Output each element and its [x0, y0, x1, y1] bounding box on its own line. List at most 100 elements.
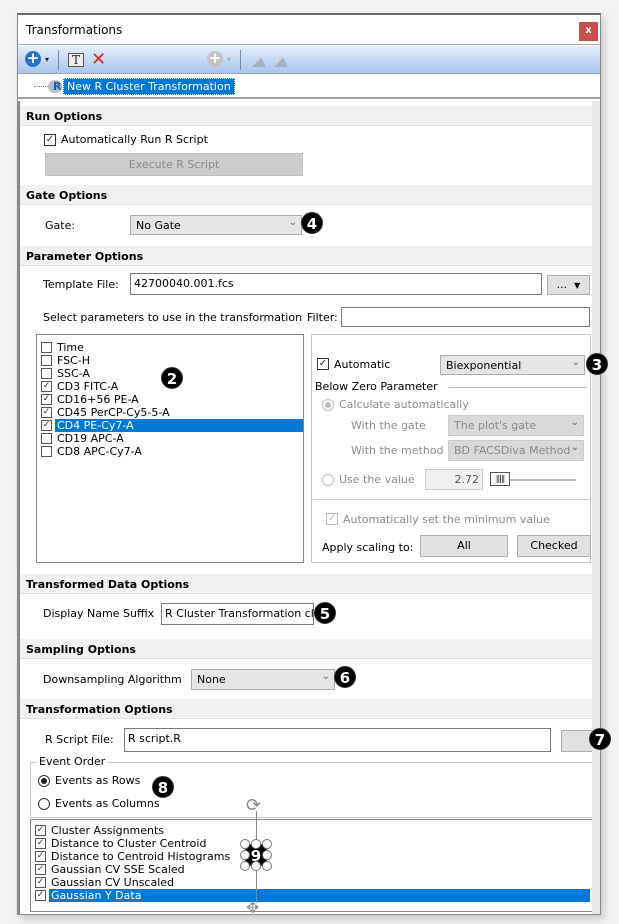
- gate-label: Gate:: [45, 219, 76, 232]
- parameter-checkbox[interactable]: ✓: [41, 420, 52, 431]
- sampling-options-header: Sampling Options: [20, 639, 592, 659]
- parameter-item-selected[interactable]: ✓ CD4 PE-Cy7-A: [41, 419, 303, 432]
- automatic-label: Automatic: [334, 358, 391, 371]
- resize-handle[interactable]: [240, 850, 250, 860]
- callout-2: 2: [161, 367, 183, 389]
- events-as-rows-label: Events as Rows: [55, 774, 141, 787]
- below-zero-divider: [449, 387, 587, 388]
- parameter-checkbox[interactable]: [41, 368, 52, 379]
- rename-text-icon[interactable]: T: [68, 53, 84, 67]
- with-method-label: With the method: [351, 444, 444, 457]
- toolbar: + ▾ T ✕ + ▾: [18, 46, 600, 74]
- use-value-radio[interactable]: [322, 474, 334, 486]
- apply-all-button[interactable]: All: [420, 535, 508, 557]
- automatic-checkbox[interactable]: ✓: [317, 358, 329, 370]
- dropdown-caret-icon: ▼: [574, 281, 581, 290]
- tree-item-r-cluster[interactable]: New R Cluster Transformation: [63, 78, 235, 95]
- transformed-data-options-header: Transformed Data Options: [20, 574, 592, 594]
- resize-handle[interactable]: [262, 861, 272, 871]
- with-gate-select[interactable]: The plot's gate ⌄: [448, 415, 584, 436]
- resize-handle[interactable]: [251, 861, 261, 871]
- with-gate-label: With the gate: [351, 419, 426, 432]
- parameter-options-header: Parameter Options: [20, 246, 592, 266]
- scrollbar[interactable]: [592, 101, 600, 914]
- add-dropdown-caret-icon[interactable]: ▾: [45, 51, 49, 69]
- output-checkbox[interactable]: ✓: [35, 838, 46, 849]
- rotate-handle-icon[interactable]: ⟳: [246, 795, 261, 816]
- callout-6: 6: [334, 666, 356, 688]
- display-name-suffix-label: Display Name Suffix: [43, 607, 155, 620]
- resize-handle[interactable]: [240, 861, 250, 871]
- execute-r-script-button[interactable]: Execute R Script: [45, 153, 303, 176]
- callout-4: 4: [301, 212, 323, 234]
- auto-min-checkbox[interactable]: ✓: [326, 513, 338, 525]
- events-as-rows-radio[interactable]: [38, 775, 50, 787]
- auto-min-label: Automatically set the minimum value: [343, 513, 550, 526]
- close-button[interactable]: x: [579, 22, 598, 41]
- template-file-label: Template File:: [43, 278, 119, 291]
- title-bar: Transformations x: [18, 15, 600, 45]
- gate-select[interactable]: No Gate ⌄: [130, 215, 302, 235]
- calculate-automatically-label: Calculate automatically: [339, 398, 469, 411]
- toolbar-separator: [240, 50, 241, 70]
- template-file-input[interactable]: 42700040.001.fcs: [130, 273, 542, 295]
- display-name-suffix-input[interactable]: R Cluster Transformation clus: [161, 603, 314, 625]
- parameter-checkbox[interactable]: ✓: [41, 407, 52, 418]
- toolbar-separator: [58, 50, 59, 70]
- apply-checked-button[interactable]: Checked: [517, 535, 591, 557]
- import-icon[interactable]: [252, 53, 266, 67]
- output-checkbox[interactable]: ✓: [35, 877, 46, 888]
- output-list[interactable]: ✓ Cluster Assignments ✓ Distance to Cluste…: [30, 819, 593, 912]
- chevron-down-icon: ⌄: [570, 417, 579, 428]
- events-as-columns-radio[interactable]: [38, 798, 50, 810]
- event-order-title: Event Order: [37, 755, 108, 768]
- delete-icon[interactable]: ✕: [91, 51, 106, 69]
- r-script-file-label: R Script File:: [45, 733, 114, 746]
- resize-handle[interactable]: [240, 839, 250, 849]
- output-checkbox[interactable]: ✓: [35, 864, 46, 875]
- calculate-automatically-radio[interactable]: [322, 399, 334, 411]
- resize-handle[interactable]: [262, 850, 272, 860]
- resize-handle[interactable]: [251, 839, 261, 849]
- scaling-divider: [313, 499, 589, 500]
- window-title: Transformations: [26, 23, 123, 37]
- resize-handle[interactable]: [262, 839, 272, 849]
- use-value-slider-thumb[interactable]: |||||: [490, 472, 510, 486]
- with-method-select[interactable]: BD FACSDiva Method ⌄: [448, 440, 584, 461]
- add-child-icon[interactable]: +: [207, 51, 223, 67]
- scale-type-select[interactable]: Biexponential ⌄: [440, 355, 585, 375]
- move-handle-icon[interactable]: ✥: [246, 898, 259, 917]
- callout-5: 5: [314, 602, 336, 624]
- parameter-checkbox[interactable]: ✓: [41, 381, 52, 392]
- downsampling-select[interactable]: None ⌄: [191, 669, 335, 690]
- chevron-down-icon: ⌄: [288, 217, 297, 228]
- add-transformation-icon[interactable]: +: [25, 51, 41, 67]
- callout-8: 8: [152, 776, 174, 798]
- filter-input[interactable]: [341, 307, 590, 327]
- parameter-checkbox[interactable]: [41, 433, 52, 444]
- copy-icon[interactable]: [274, 53, 288, 67]
- parameter-checkbox[interactable]: [41, 355, 52, 366]
- chevron-down-icon: ⌄: [321, 671, 330, 682]
- transformation-tree: R New R Cluster Transformation: [18, 75, 600, 99]
- transformations-window: Transformations x + ▾ T ✕ + ▾ R New R Cl…: [17, 13, 611, 917]
- parameter-checkbox[interactable]: ✓: [41, 394, 52, 405]
- output-checkbox[interactable]: ✓: [35, 851, 46, 862]
- use-value-input[interactable]: 2.72: [425, 469, 483, 490]
- callout-7: 7: [589, 728, 611, 750]
- use-value-label: Use the value: [339, 473, 415, 486]
- below-zero-title: Below Zero Parameter: [315, 380, 438, 393]
- parameter-checkbox[interactable]: [41, 342, 52, 353]
- auto-run-checkbox[interactable]: ✓: [44, 134, 56, 146]
- parameter-checkbox[interactable]: [41, 446, 52, 457]
- output-checkbox[interactable]: ✓: [35, 890, 46, 901]
- chevron-down-icon: ⌄: [571, 357, 580, 368]
- r-script-file-input[interactable]: R script.R: [124, 728, 551, 752]
- output-checkbox[interactable]: ✓: [35, 825, 46, 836]
- r-script-icon: R: [48, 80, 62, 93]
- add-child-caret-icon[interactable]: ▾: [227, 51, 231, 69]
- output-item-selected[interactable]: ✓ Gaussian Y Data: [35, 889, 590, 902]
- auto-run-label: Automatically Run R Script: [61, 133, 208, 146]
- browse-template-button[interactable]: ... ▼: [547, 275, 590, 295]
- apply-scaling-label: Apply scaling to:: [322, 541, 414, 554]
